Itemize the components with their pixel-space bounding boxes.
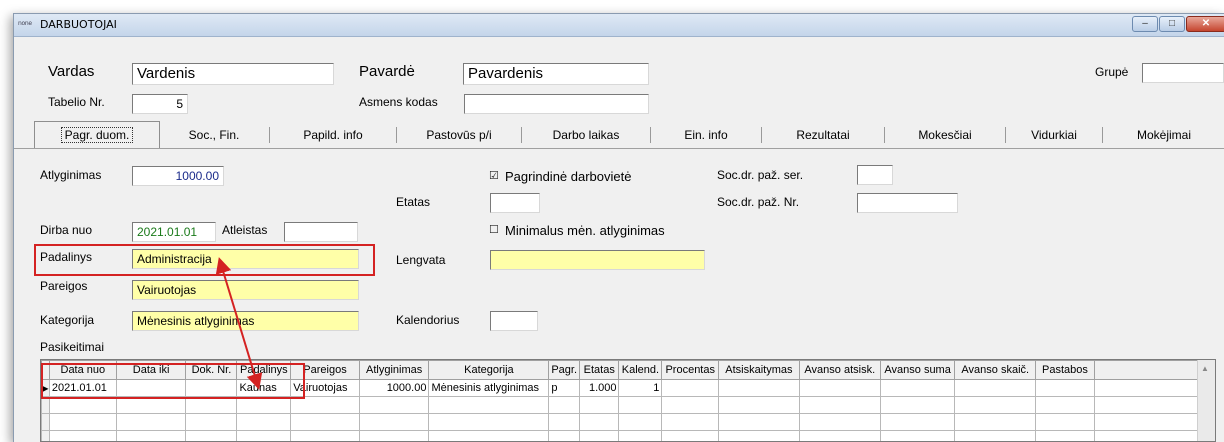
employees-window: none DARBUOTOJAI – □ ✕ Vardas Vardenis P… — [13, 13, 1224, 442]
annotation-double-arrow — [220, 261, 258, 386]
annotation-arrow-svg — [14, 14, 1224, 442]
